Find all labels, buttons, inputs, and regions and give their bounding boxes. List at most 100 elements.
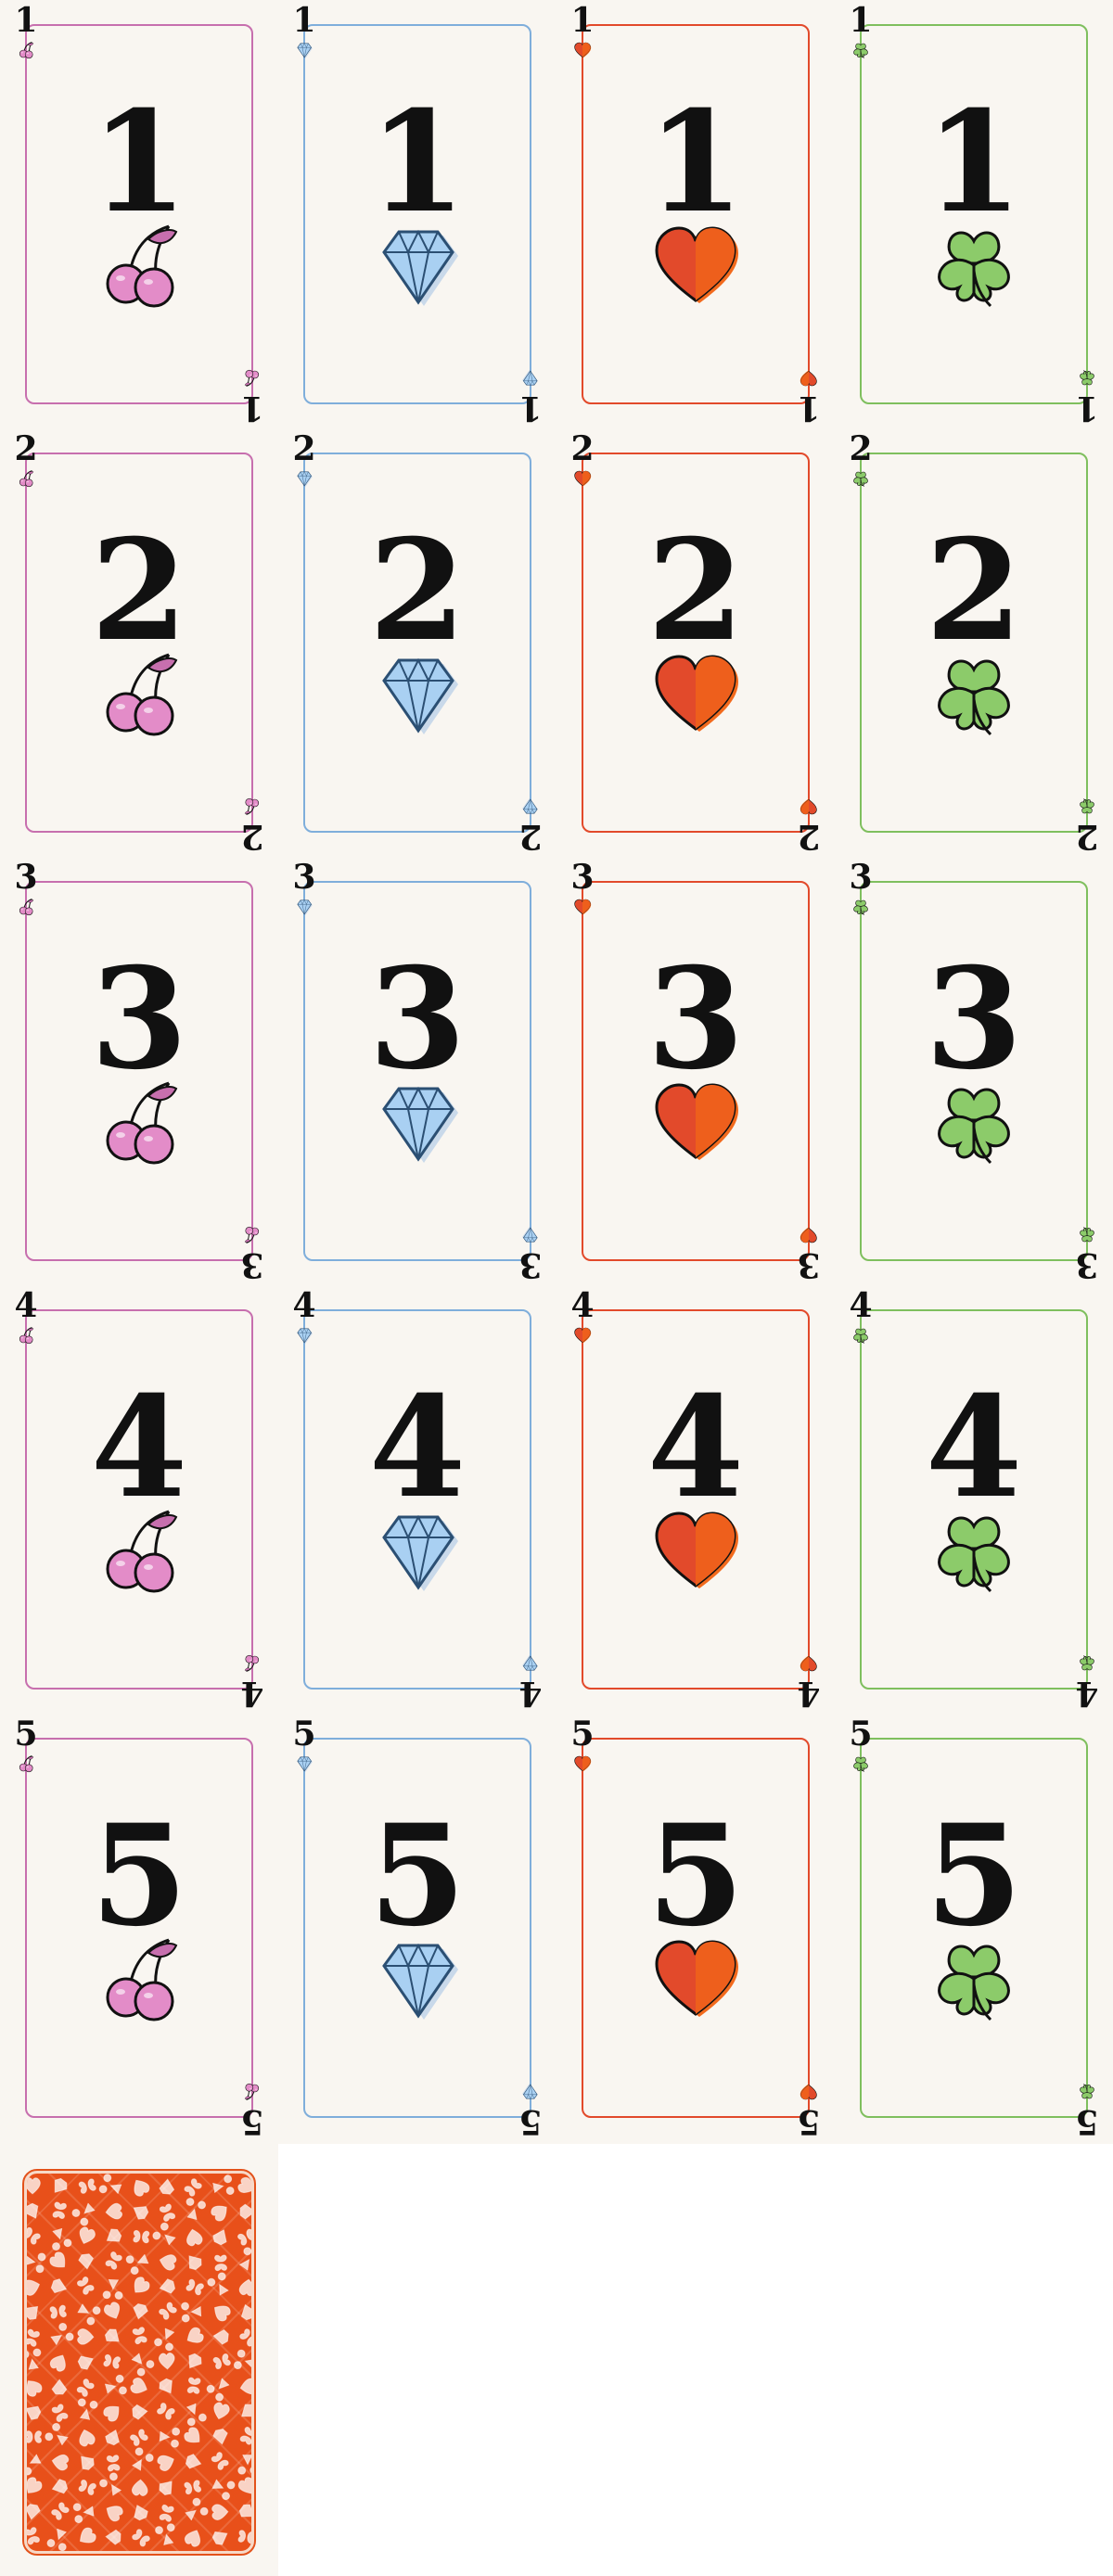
back-pattern-icon (79, 2527, 96, 2544)
back-pattern-icon (238, 2278, 251, 2297)
corner-index-top: 4 (7, 1289, 45, 1345)
corner-index-top: 1 (7, 4, 45, 59)
card-heart-4[interactable]: 4 4 4 (556, 1285, 835, 1714)
back-pattern-icon (207, 2272, 229, 2296)
corner-index-bottom: 1 (790, 369, 827, 427)
back-pattern-icon (27, 2328, 40, 2347)
card-back[interactable] (0, 2144, 278, 2576)
card-clover-4[interactable]: 4 4 4 (835, 1285, 1113, 1714)
card-heart-1[interactable]: 1 1 1 (556, 0, 835, 428)
corner-index-bottom: 5 (234, 2083, 271, 2141)
cherry-icon (93, 1076, 186, 1168)
corner-rank: 2 (240, 817, 264, 856)
card-sheet: 1 1 1 1 1 1 1 1 1 1 1 1 2 2 2 2 2 2 2 2 … (0, 0, 1113, 2144)
diamond-icon (286, 898, 323, 916)
card-diamond-4[interactable]: 4 4 4 (278, 1285, 556, 1714)
clover-icon (1068, 1654, 1106, 1673)
card-clover-3[interactable]: 3 3 3 (835, 857, 1113, 1285)
corner-index-bottom: 3 (512, 1226, 549, 1284)
corner-rank: 1 (14, 1, 38, 40)
card-rank: 2 (925, 509, 1023, 672)
clover-icon (1068, 797, 1106, 816)
back-pattern-icon (78, 2480, 96, 2495)
corner-index-bottom: 4 (1068, 1654, 1106, 1713)
card-rank: 3 (646, 937, 745, 1101)
card-cherry-3[interactable]: 3 3 3 (0, 857, 278, 1285)
card-rank: 2 (646, 509, 745, 672)
corner-index-top: 3 (564, 861, 601, 916)
card-back-pattern (22, 2169, 256, 2556)
card-cherry-1[interactable]: 1 1 1 (0, 0, 278, 428)
back-pattern-icon (27, 2226, 41, 2245)
heart-icon (564, 1326, 601, 1345)
back-pattern-icon (239, 2203, 251, 2220)
back-pattern-icon (159, 2178, 175, 2195)
back-pattern-icon (152, 2222, 176, 2246)
corner-index-top: 2 (286, 432, 323, 488)
back-pattern-icon (184, 2178, 202, 2197)
card-rank: 1 (90, 81, 188, 244)
corner-index-top: 5 (842, 1717, 879, 1773)
card-diamond-3[interactable]: 3 3 3 (278, 857, 556, 1285)
diamond-icon (371, 1076, 464, 1168)
back-pattern-icon (212, 2353, 231, 2369)
back-pattern-icon (185, 2497, 209, 2521)
card-heart-2[interactable]: 2 2 2 (556, 428, 835, 857)
corner-rank: 5 (292, 1715, 316, 1753)
corner-index-top: 4 (286, 1289, 323, 1345)
corner-index-bottom: 1 (234, 369, 271, 427)
back-pattern-icon (27, 2454, 42, 2476)
card-diamond-5[interactable]: 5 5 5 (278, 1714, 556, 2142)
back-pattern-icon (159, 2278, 176, 2294)
back-pattern-icon (78, 2178, 96, 2194)
back-pattern-icon (185, 2454, 202, 2469)
back-pattern-icon (159, 2302, 177, 2320)
clover-icon (928, 647, 1020, 740)
card-rank: 4 (646, 1366, 745, 1529)
back-pattern-icon (186, 2327, 204, 2343)
corner-rank: 5 (570, 1715, 595, 1753)
back-pattern-icon (46, 2528, 67, 2551)
corner-index-bottom: 1 (512, 369, 549, 427)
back-pattern-icon (237, 2176, 251, 2193)
back-pattern-icon (49, 2354, 66, 2372)
card-clover-2[interactable]: 2 2 2 (835, 428, 1113, 857)
corner-rank: 1 (849, 1, 873, 40)
back-pattern-icon (239, 2328, 251, 2347)
card-cherry-5[interactable]: 5 5 5 (0, 1714, 278, 2142)
cherry-icon (7, 1754, 45, 1773)
card-cherry-4[interactable]: 4 4 4 (0, 1285, 278, 1714)
diamond-icon (286, 1754, 323, 1773)
cherry-icon (93, 1932, 186, 2025)
card-rank: 1 (925, 81, 1023, 244)
back-pattern-icon (77, 2398, 98, 2420)
back-pattern-icon (104, 2328, 120, 2342)
card-rank: 5 (90, 1794, 188, 1958)
card-heart-5[interactable]: 5 5 5 (556, 1714, 835, 2142)
back-pattern-icon (125, 2253, 149, 2275)
back-pattern-icon (27, 2527, 40, 2545)
card-cherry-2[interactable]: 2 2 2 (0, 428, 278, 857)
card-clover-5[interactable]: 5 5 5 (835, 1714, 1113, 2142)
back-pattern-icon (132, 2327, 147, 2345)
back-pattern-icon (71, 2202, 96, 2226)
corner-index-bottom: 3 (790, 1226, 827, 1284)
corner-rank: 5 (1075, 2102, 1099, 2141)
corner-rank: 2 (849, 429, 873, 468)
corner-rank: 4 (570, 1286, 595, 1325)
corner-rank: 4 (518, 1674, 543, 1713)
corner-index-bottom: 4 (512, 1654, 549, 1713)
back-pattern-icon (211, 2531, 228, 2545)
back-pattern-icon (211, 2452, 229, 2470)
heart-icon (649, 647, 742, 740)
card-heart-3[interactable]: 3 3 3 (556, 857, 835, 1285)
card-rank: 2 (368, 509, 467, 672)
back-pattern-icon (233, 2349, 251, 2370)
card-clover-1[interactable]: 1 1 1 (835, 0, 1113, 428)
card-diamond-1[interactable]: 1 1 1 (278, 0, 556, 428)
card-rank: 5 (646, 1794, 745, 1958)
back-pattern-icon (77, 2303, 101, 2326)
diamond-icon (286, 41, 323, 59)
back-pattern-icon (132, 2447, 154, 2471)
card-diamond-2[interactable]: 2 2 2 (278, 428, 556, 857)
